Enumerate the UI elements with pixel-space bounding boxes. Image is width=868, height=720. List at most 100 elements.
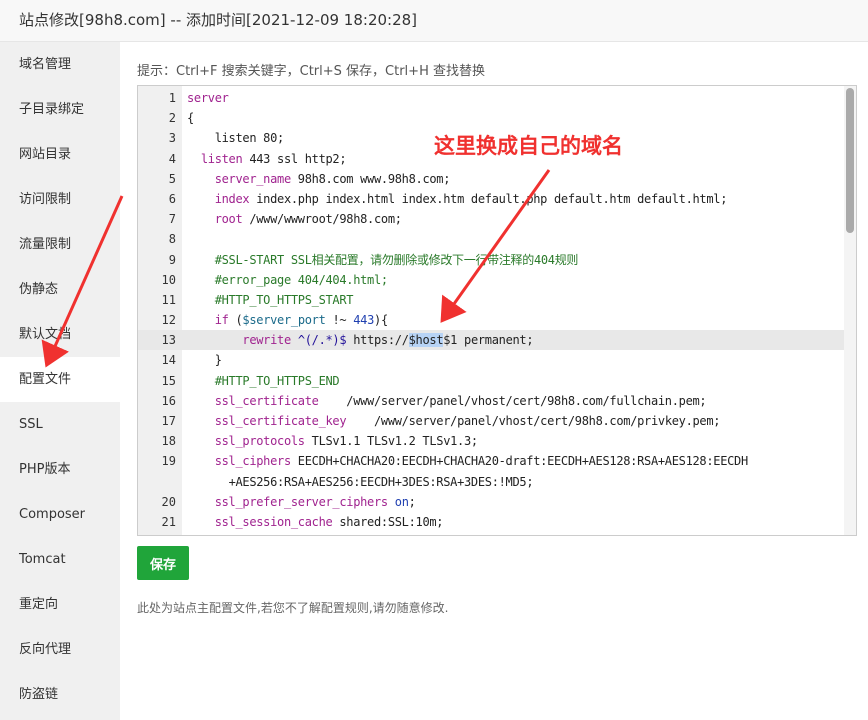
line-code: listen 80; [182,128,285,148]
editor-scrollbar[interactable] [844,86,856,535]
line-code: #SSL-START SSL相关配置，请勿删除或修改下一行带注释的404规则 [182,250,579,270]
code-line[interactable]: 19 ssl_ciphers EECDH+CHACHA20:EECDH+CHAC… [138,451,844,491]
sidebar-item[interactable]: 配置文件 [0,357,120,402]
sidebar-item[interactable]: 默认文档 [0,312,120,357]
code-token: !~ [325,313,354,328]
line-code: index index.php index.html index.htm def… [182,189,728,209]
sidebar-item[interactable]: 防盗链 [0,672,120,717]
sidebar-item[interactable]: 子目录绑定 [0,87,120,132]
code-token: 443 ssl http2; [242,151,347,166]
line-number: 1 [168,91,176,105]
code-token: } [187,353,222,368]
sidebar-item[interactable]: 网站目录 [0,132,120,177]
code-token: on [394,494,409,509]
config-note: 此处为站点主配置文件,若您不了解配置规则,请勿随意修改. [137,601,449,615]
line-code: server_name 98h8.com www.98h8.com; [182,169,451,189]
code-token: listen [187,151,243,166]
code-line[interactable]: 20 ssl_prefer_server_ciphers on; [138,492,844,512]
code-token: #HTTP_TO_HTTPS_START [187,292,354,307]
sidebar: 域名管理 子目录绑定 网站目录 访问限制 流量限制 伪静态 默认文档 配置文件 SSL PHP版本… [0,42,120,720]
sidebar-item[interactable]: 流量限制 [0,222,120,267]
line-number: 8 [168,232,176,247]
line-number: 10 [161,272,176,287]
code-token: ^(/.*)$ [297,333,347,348]
code-token: ( [228,313,243,328]
line-code: server [182,88,229,108]
code-line[interactable]: 6 index index.php index.html index.htm d… [138,189,844,209]
code-line[interactable]: 5 server_name 98h8.com www.98h8.com; [138,169,844,189]
code-token: ssl_certificate [187,393,319,408]
code-line[interactable]: 8 [138,229,844,249]
line-code: #error_page 404/404.html; [182,270,388,290]
line-code: ssl_certificate_key /www/server/panel/vh… [182,411,721,431]
line-code: ssl_session_cache shared:SSL:10m; [182,512,444,532]
sidebar-item[interactable]: 反向代理 [0,627,120,672]
code-line[interactable]: 11 #HTTP_TO_HTTPS_START [138,290,844,310]
code-token: /www/server/panel/vhost/cert/98h8.com/fu… [318,393,707,408]
sidebar-item[interactable]: 伪静态 [0,267,120,312]
line-number: 19 [161,454,176,469]
code-line[interactable]: 13 rewrite ^(/.*)$ https://$host$1 perma… [138,330,844,351]
code-token: $host [408,333,444,348]
sidebar-item[interactable]: SSL [0,402,120,447]
code-line[interactable]: 2{ [138,108,844,128]
code-token: server_name [187,171,291,186]
sidebar-item[interactable]: Tomcat [0,537,120,582]
sidebar-item[interactable]: 域名管理 [0,42,120,87]
line-number: 3 [168,131,176,146]
code-token: index.php index.html index.htm default.p… [249,191,728,206]
line-code: ssl_protocols TLSv1.1 TLSv1.2 TLSv1.3; [182,431,478,451]
sidebar-item[interactable]: 重定向 [0,582,120,627]
line-code [182,229,215,249]
code-token: $1 permanent; [443,333,534,348]
code-token: shared:SSL:10m; [332,514,444,529]
code-token: ; [408,494,416,509]
code-line[interactable]: 17 ssl_certificate_key /www/server/panel… [138,411,844,431]
code-line[interactable]: 16 ssl_certificate /www/server/panel/vho… [138,391,844,411]
code-token: root [187,212,243,227]
code-token: #HTTP_TO_HTTPS_END [187,373,340,388]
code-token: #SSL-START SSL相关配置，请勿删除或修改下一行带注释的404规则 [187,252,579,267]
code-line[interactable]: 9 #SSL-START SSL相关配置，请勿删除或修改下一行带注释的404规则 [138,250,844,270]
code-token: /www/server/panel/vhost/cert/98h8.com/pr… [346,414,721,428]
code-token: $server_port [242,313,326,328]
line-number: 15 [161,373,176,388]
code-token: ssl_protocols [187,434,305,449]
code-line[interactable]: 21 ssl_session_cache shared:SSL:10m; [138,512,844,532]
code-line[interactable]: 1 server [138,88,844,108]
code-token: 98h8.com www.98h8.com; [290,171,451,186]
line-number: 14 [161,353,176,368]
sidebar-item[interactable]: 访问限制 [0,177,120,222]
line-code: #HTTP_TO_HTTPS_START [182,290,354,310]
code-line[interactable]: 14 } [138,350,844,370]
save-button[interactable]: 保存 [137,546,189,580]
sidebar-item[interactable]: PHP版本 [0,447,120,492]
line-number: 6 [168,191,176,206]
code-token: TLSv1.1 TLSv1.2 TLSv1.3; [304,434,479,449]
code-token: index [187,191,250,206]
editor-tip: 提示：Ctrl+F 搜索关键字，Ctrl+S 保存，Ctrl+H 查找替换 [137,64,485,79]
code-token: /www/wwwroot/98h8.com; [242,212,402,227]
line-number: 2 [168,111,176,126]
sidebar-item[interactable]: Composer [0,492,120,537]
line-number: 4 [168,151,176,166]
line-number: 18 [161,434,176,449]
line-code: ssl_ciphers EECDH+CHACHA20:EECDH+CHACHA2… [182,451,749,491]
line-number: 5 [168,171,176,186]
code-token: if [187,313,229,328]
code-token: listen 80; [187,131,285,146]
code-line[interactable]: 12 if ($server_port !~ 443){ [138,310,844,330]
code-line[interactable]: 10 #error_page 404/404.html; [138,270,844,290]
line-number: 12 [161,313,176,328]
code-line[interactable]: 7 root /www/wwwroot/98h8.com; [138,209,844,229]
code-token: { [187,111,194,126]
code-line[interactable]: 15 #HTTP_TO_HTTPS_END [138,371,844,391]
code-token: 443 [353,313,375,328]
line-number: 13 [161,333,176,348]
line-number: 16 [161,393,176,408]
code-line[interactable]: 18 ssl_protocols TLSv1.1 TLSv1.2 TLSv1.3… [138,431,844,451]
code-token: https:// [346,333,409,348]
scrollbar-thumb[interactable] [846,88,854,233]
